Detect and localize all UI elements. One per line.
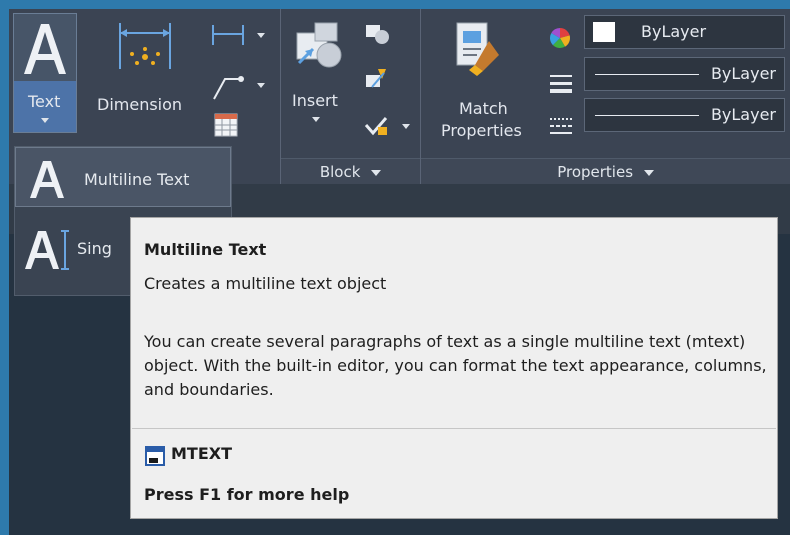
block-panel: Insert Block xyxy=(281,9,420,185)
table-icon xyxy=(214,113,238,137)
match-properties-button[interactable]: Match Properties xyxy=(433,13,533,149)
text-button[interactable]: Text xyxy=(13,13,77,133)
properties-panel-title-text: Properties xyxy=(557,163,634,181)
chevron-down-icon xyxy=(257,33,265,38)
text-A-icon xyxy=(24,24,66,74)
edit-block-button[interactable] xyxy=(364,67,394,95)
aligned-dimension-icon xyxy=(212,25,244,45)
dimension-button[interactable]: Dimension xyxy=(93,13,203,131)
match-properties-brush-icon xyxy=(456,22,499,76)
block-attribute-icon xyxy=(364,117,388,136)
insert-block-icon xyxy=(296,22,342,68)
lineweight-preview-line xyxy=(595,74,699,75)
dimension-flyout-button[interactable] xyxy=(209,21,269,57)
dropdown-item-label: Sing xyxy=(77,239,112,258)
match-properties-label-line2: Properties xyxy=(441,121,522,140)
properties-panel-title[interactable]: Properties xyxy=(421,158,790,185)
tooltip-divider xyxy=(132,428,776,429)
tooltip-command-name: MTEXT xyxy=(171,444,233,463)
match-properties-label-line1: Match xyxy=(459,99,508,118)
multiline-text-icon xyxy=(30,161,64,198)
color-swatch xyxy=(593,22,615,42)
tooltip: Multiline Text Creates a multiline text … xyxy=(130,217,778,519)
chevron-down-icon xyxy=(371,169,382,176)
create-block-button[interactable] xyxy=(364,23,394,51)
properties-panel: Match Properties ByLayer ByLayer ByLayer… xyxy=(421,9,790,185)
tooltip-details: You can create several paragraphs of tex… xyxy=(144,332,767,399)
block-attribute-button[interactable] xyxy=(364,115,414,141)
linear-dimension-icon xyxy=(119,23,171,69)
chevron-down-icon xyxy=(41,118,49,123)
linetype-preview-line xyxy=(595,115,699,116)
lineweight-select[interactable]: ByLayer xyxy=(584,57,785,91)
dropdown-item-label: Multiline Text xyxy=(84,170,190,189)
app-window: Text Dimension Insert Block Match Proper… xyxy=(9,9,790,535)
linetype-select[interactable]: ByLayer xyxy=(584,98,785,132)
lineweight-select-value: ByLayer xyxy=(710,64,776,83)
color-wheel-icon[interactable] xyxy=(549,27,571,49)
lineweight-icon[interactable] xyxy=(549,73,573,95)
mtext-command-icon xyxy=(145,446,165,466)
chevron-down-icon xyxy=(402,124,410,129)
block-panel-title[interactable]: Block xyxy=(281,158,420,185)
table-button[interactable] xyxy=(214,113,244,143)
tooltip-help-text: Press F1 for more help xyxy=(144,485,350,504)
color-select[interactable]: ByLayer xyxy=(584,15,785,49)
chevron-down-icon xyxy=(312,117,320,122)
chevron-down-icon xyxy=(643,169,654,176)
insert-button[interactable]: Insert xyxy=(285,13,353,131)
leader-icon xyxy=(213,76,244,100)
edit-block-icon xyxy=(366,69,386,88)
tooltip-title: Multiline Text xyxy=(144,240,267,259)
color-select-value: ByLayer xyxy=(641,22,707,41)
dropdown-item-multiline-text[interactable]: Multiline Text xyxy=(15,147,231,207)
tooltip-description: Creates a multiline text object xyxy=(144,274,387,293)
chevron-down-icon xyxy=(257,83,265,88)
block-panel-title-text: Block xyxy=(319,163,361,181)
insert-button-label: Insert xyxy=(292,91,338,110)
single-line-text-icon xyxy=(25,230,69,270)
linetype-icon[interactable] xyxy=(549,115,573,137)
text-button-label: Text xyxy=(28,92,61,111)
linetype-select-value: ByLayer xyxy=(710,105,776,124)
dimension-button-label: Dimension xyxy=(97,95,183,114)
create-block-icon xyxy=(366,25,389,44)
leader-button[interactable] xyxy=(209,69,269,105)
